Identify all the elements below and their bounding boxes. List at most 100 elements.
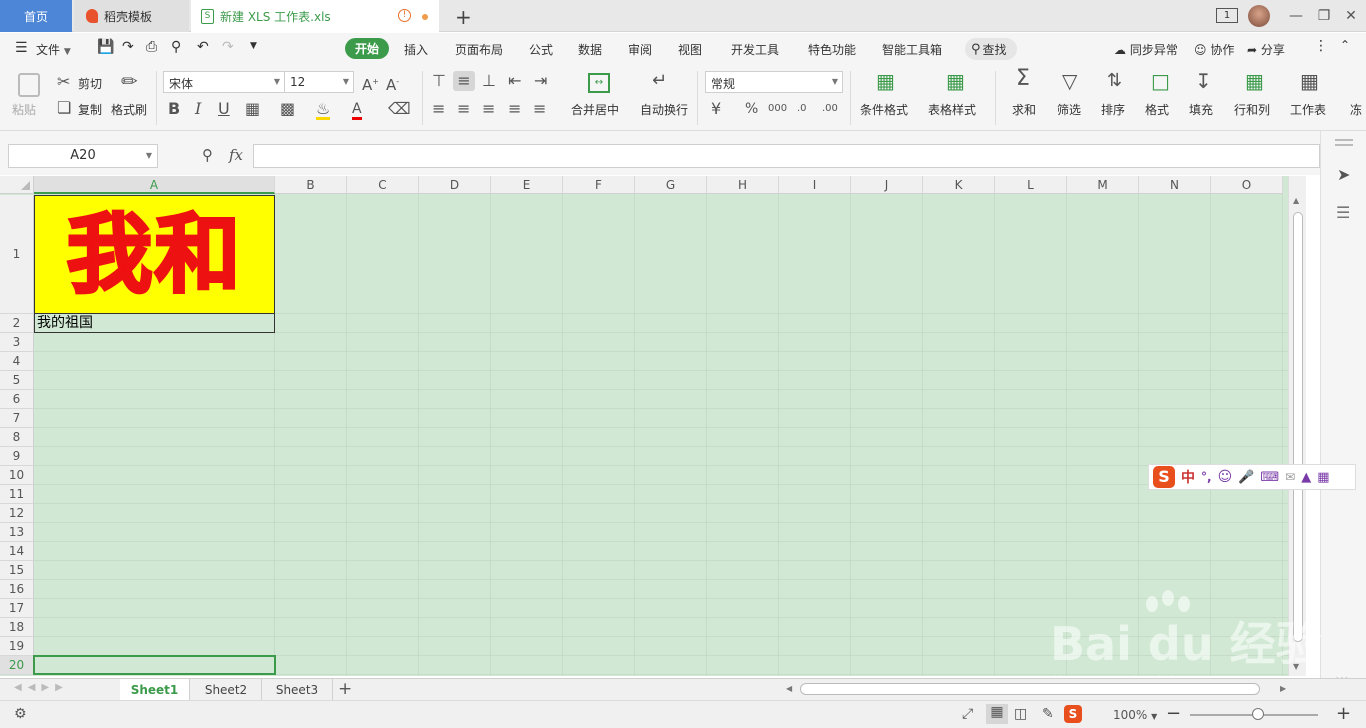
paste-button[interactable]: 粘贴	[12, 101, 36, 118]
italic-icon[interactable]: I	[195, 101, 201, 117]
restore-icon[interactable]: ❐	[1314, 6, 1334, 26]
paste-icon[interactable]	[18, 73, 40, 97]
font-size-select[interactable]: 12 ▼	[284, 71, 354, 93]
share-button[interactable]: ➦ 分享	[1247, 41, 1285, 58]
ime-lang[interactable]: 中	[1181, 467, 1195, 487]
clear-format-icon[interactable]: ⌫	[388, 101, 411, 117]
border-icon[interactable]: ▦	[245, 101, 260, 117]
row-header-2[interactable]: 2	[0, 314, 34, 333]
sheet-tab-sheet2[interactable]: Sheet2	[191, 679, 262, 701]
scroll-thumb[interactable]	[1293, 212, 1303, 642]
scroll-left-icon[interactable]: ◀	[786, 684, 792, 693]
row-header-13[interactable]: 13	[0, 523, 34, 542]
row-header-20[interactable]: 20	[0, 656, 34, 675]
bold-icon[interactable]: B	[168, 101, 180, 117]
new-tab-button[interactable]: +	[455, 5, 472, 29]
tab-home[interactable]: 首页	[0, 0, 72, 32]
fill-pattern-icon[interactable]: ▩	[280, 101, 295, 117]
export-icon[interactable]: ↷	[122, 39, 134, 55]
sheet-nav-icon[interactable]: ◀◀▶▶	[14, 682, 69, 693]
row-header-9[interactable]: 9	[0, 447, 34, 466]
row-header-10[interactable]: 10	[0, 466, 34, 485]
tab-templates[interactable]: 稻壳模板	[74, 0, 189, 32]
row-header-18[interactable]: 18	[0, 618, 34, 637]
menu-tab-4[interactable]: 数据	[578, 41, 602, 58]
skin-icon[interactable]: ▲	[1301, 470, 1311, 485]
search-box[interactable]: ⚲ 查找	[965, 38, 1017, 60]
scroll-right-icon[interactable]: ▶	[1280, 684, 1286, 693]
settings-sliders-icon[interactable]: ☰	[1336, 203, 1350, 222]
add-sheet-icon[interactable]: +	[338, 679, 352, 699]
zoom-value[interactable]: 100% ▼	[1113, 708, 1157, 722]
row-header-16[interactable]: 16	[0, 580, 34, 599]
scroll-up-icon[interactable]: ▲	[1293, 196, 1299, 205]
sum-button[interactable]: 求和	[1012, 101, 1036, 118]
cell-a2[interactable]: 我的祖国	[34, 314, 275, 333]
fill-button[interactable]: 填充	[1189, 101, 1213, 118]
column-header-f[interactable]: F	[563, 176, 635, 194]
keyboard-icon[interactable]: ⌨	[1260, 470, 1279, 485]
thousands-icon[interactable]: 000	[768, 101, 787, 117]
column-header-m[interactable]: M	[1067, 176, 1139, 194]
close-icon[interactable]: ✕	[1341, 6, 1361, 26]
indent-decrease-icon[interactable]: ⇤	[508, 73, 521, 89]
column-header-k[interactable]: K	[923, 176, 995, 194]
spreadsheet-grid[interactable]: ABCDEFGHIJKLMNO 1 2 3 4 5 6 7 8 9 10 11 12 13 14 15 16 1…	[0, 176, 1306, 676]
row-header-8[interactable]: 8	[0, 428, 34, 447]
menu-file[interactable]: 文件 ▼	[36, 41, 71, 58]
column-header-b[interactable]: B	[275, 176, 347, 194]
number-format-select[interactable]: 常规 ▼	[705, 71, 843, 93]
menu-tab-5[interactable]: 审阅	[628, 41, 652, 58]
worksheet-button[interactable]: 工作表	[1290, 101, 1326, 118]
h-scroll-thumb[interactable]	[800, 683, 1260, 695]
quick-access-more-icon[interactable]: ▼	[250, 41, 257, 51]
menu-tab-7[interactable]: 开发工具	[731, 41, 779, 58]
sheet-tab-sheet3[interactable]: Sheet3	[262, 679, 333, 701]
column-header-d[interactable]: D	[419, 176, 491, 194]
align-right-icon[interactable]: ≡	[482, 101, 495, 117]
sort-button[interactable]: 排序	[1101, 101, 1125, 118]
menu-tab-1[interactable]: 插入	[404, 41, 428, 58]
font-name-select[interactable]: 宋体 ▼	[163, 71, 285, 93]
zoom-slider[interactable]	[1190, 708, 1318, 720]
decrease-decimal-icon[interactable]: .00	[822, 101, 838, 117]
column-header-a[interactable]: A	[34, 176, 275, 194]
fx-button[interactable]: fx	[229, 146, 243, 164]
horizontal-scrollbar[interactable]: ◀ ▶	[780, 682, 1300, 697]
vertical-scrollbar[interactable]: ▲ ▼	[1288, 176, 1306, 676]
emoji-icon[interactable]: ☺	[1218, 469, 1233, 485]
column-header-l[interactable]: L	[995, 176, 1067, 194]
distributed-icon[interactable]: ≡	[533, 101, 546, 117]
mic-icon[interactable]: 🎤	[1238, 470, 1254, 485]
sheet-tab-sheet1[interactable]: Sheet1	[120, 679, 190, 701]
menu-tab-9[interactable]: 智能工具箱	[882, 41, 942, 58]
row-header-17[interactable]: 17	[0, 599, 34, 618]
active-cell[interactable]	[33, 655, 276, 675]
zoom-in-icon[interactable]: +	[1336, 703, 1351, 724]
column-header-j[interactable]: J	[851, 176, 923, 194]
zoom-out-icon[interactable]: −	[1166, 703, 1181, 724]
ime-punct[interactable]: °,	[1201, 470, 1212, 484]
row-header-6[interactable]: 6	[0, 390, 34, 409]
format-button[interactable]: 格式	[1145, 101, 1169, 118]
justify-icon[interactable]: ≡	[508, 101, 521, 117]
increase-decimal-icon[interactable]: .0	[797, 101, 807, 117]
column-header-e[interactable]: E	[491, 176, 563, 194]
sync-status[interactable]: ☁ 同步异常	[1114, 41, 1178, 58]
indent-increase-icon[interactable]: ⇥	[534, 73, 547, 89]
row-header-12[interactable]: 12	[0, 504, 34, 523]
undo-icon[interactable]: ↶	[197, 39, 209, 55]
conditional-format-button[interactable]: 条件格式	[860, 101, 908, 118]
currency-icon[interactable]: ¥	[711, 101, 721, 117]
apps-grid-icon[interactable]: ▦	[1317, 470, 1329, 485]
embedded-image[interactable]: 我和	[34, 195, 275, 314]
select-all-corner[interactable]	[0, 176, 34, 194]
filter-button[interactable]: 筛选	[1057, 101, 1081, 118]
row-header-15[interactable]: 15	[0, 561, 34, 580]
macro-record-icon[interactable]: ⚙	[14, 706, 27, 722]
align-center-icon[interactable]: ≡	[457, 101, 470, 117]
menu-lines-icon[interactable]	[1335, 139, 1353, 141]
hamburger-icon[interactable]: ☰	[15, 40, 28, 56]
font-color-icon[interactable]: A	[352, 101, 362, 120]
reading-view-icon[interactable]: ✎	[1042, 706, 1054, 722]
